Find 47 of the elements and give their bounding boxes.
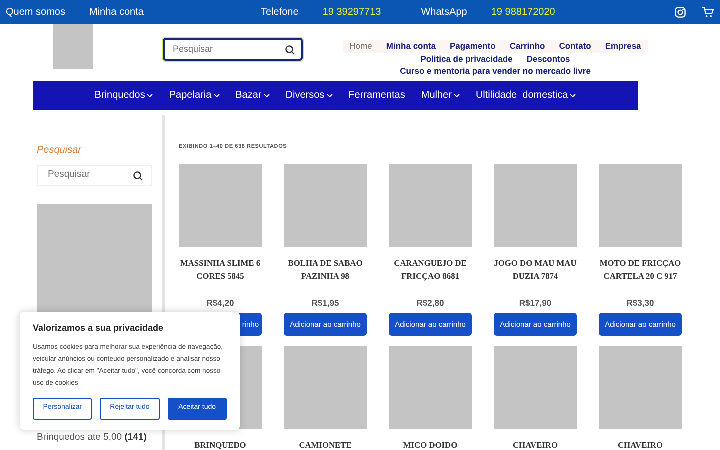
- product-title[interactable]: BOLHA DE SABAO PAZINHA 98: [278, 258, 373, 288]
- search-input[interactable]: Pesquisar: [171, 42, 285, 58]
- menu-link[interactable]: Descontos: [520, 52, 578, 65]
- product-price: R$17,90: [518, 297, 553, 310]
- top-link[interactable]: Quem somos: [6, 4, 66, 20]
- nav-item[interactable]: Bazar: [236, 88, 270, 103]
- cart-icon: [702, 6, 714, 18]
- product-title[interactable]: JOGO DO MAU MAU DUZIA 7874: [488, 258, 583, 288]
- menu-link[interactable]: Curso e mentoria para vender no mercado livre: [393, 65, 598, 78]
- menu-link[interactable]: Home: [342, 40, 380, 52]
- nav-item[interactable]: Ferramentas: [348, 88, 406, 103]
- product-price: R$3,30: [626, 297, 656, 310]
- menu-link[interactable]: Minha conta: [379, 40, 443, 52]
- product-price: R$2,80: [416, 297, 446, 310]
- menu-link[interactable]: Empresa: [598, 40, 648, 52]
- search-icon: [133, 170, 143, 180]
- top-link[interactable]: Minha conta: [89, 4, 144, 20]
- contact-label: Telefone: [261, 6, 299, 20]
- nav-item[interactable]: Mulher: [421, 88, 460, 103]
- search-icon: [285, 44, 295, 54]
- product-title[interactable]: BRINQUEDO: [173, 440, 268, 450]
- product-title[interactable]: CHAVEIRO: [593, 440, 688, 450]
- product-title[interactable]: CAMIONETE: [278, 440, 373, 450]
- product-title[interactable]: MICO DOIDO: [383, 440, 478, 450]
- product-title[interactable]: CARANGUEJO DE FRICÇAO 8681: [383, 258, 478, 288]
- product-title[interactable]: MASSINHA SLIME 6 CORES 5845: [173, 258, 268, 288]
- product-price: R$4,20: [206, 297, 236, 310]
- nav-item[interactable]: Brinquedos: [94, 88, 154, 103]
- contact-link[interactable]: 19 988172020: [491, 4, 556, 20]
- product-title[interactable]: CHAVEIRO: [488, 440, 583, 450]
- product-title[interactable]: MOTO DE FRICÇAO CARTELA 20 C 917: [593, 258, 688, 288]
- contact-label: WhatsApp: [421, 6, 468, 20]
- menu-link[interactable]: Carrinho: [502, 40, 552, 52]
- nav-item[interactable]: Ultilidade domestica: [476, 88, 576, 103]
- menu-link[interactable]: Politica de privacidade: [414, 52, 520, 65]
- logo-placeholder: [53, 24, 93, 69]
- contact-link[interactable]: 19 39297713: [322, 4, 382, 20]
- search-field[interactable]: Pesquisar: [163, 38, 303, 61]
- menu-link[interactable]: Contato: [552, 40, 598, 52]
- nav-item[interactable]: Diversos: [286, 88, 333, 103]
- nav-item[interactable]: Papelaria: [169, 88, 220, 103]
- sidebar-heading: Pesquisar: [37, 144, 83, 158]
- dialog-title: Valorizamos a sua privacidade: [33, 322, 165, 335]
- menu-link[interactable]: Pagamento: [443, 40, 503, 52]
- product-price: R$1,95: [310, 297, 340, 310]
- instagram-icon: [675, 6, 686, 18]
- category-link[interactable]: Brinquedos ate 5,00 (141): [37, 431, 162, 446]
